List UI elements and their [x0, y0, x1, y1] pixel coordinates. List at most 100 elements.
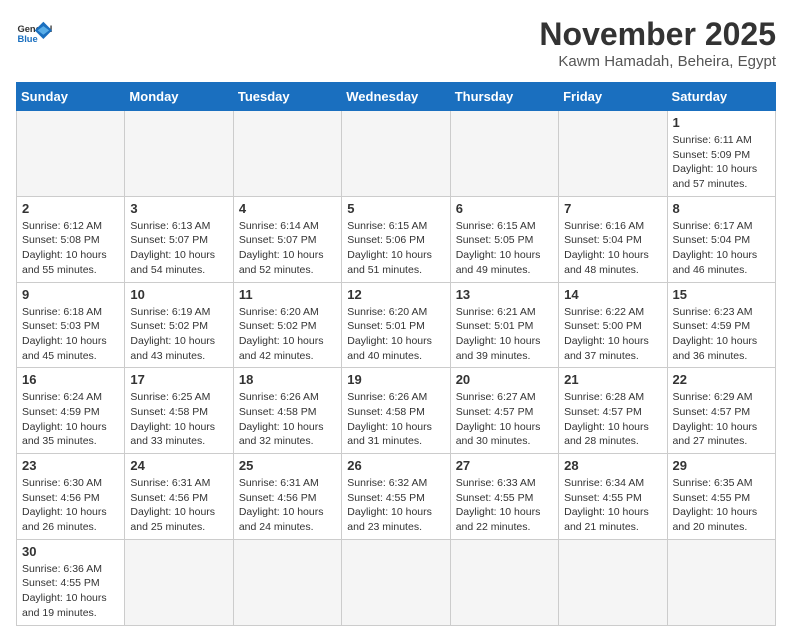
day-cell: 27 Sunrise: 6:33 AM Sunset: 4:55 PM Dayli…	[450, 454, 558, 540]
day-number: 27	[456, 458, 553, 473]
day-info: Sunrise: 6:32 AM Sunset: 4:55 PM Dayligh…	[347, 476, 444, 535]
title-area: November 2025 Kawm Hamadah, Beheira, Egy…	[539, 16, 776, 70]
day-cell: 15 Sunrise: 6:23 AM Sunset: 4:59 PM Dayli…	[667, 282, 775, 368]
day-number: 21	[564, 372, 661, 387]
day-cell: 4 Sunrise: 6:14 AM Sunset: 5:07 PM Daylig…	[233, 196, 341, 282]
day-number: 2	[22, 201, 119, 216]
day-cell: 29Sunrise: 6:35 AM Sunset: 4:55 PM Dayli…	[667, 454, 775, 540]
week-row-6: 30Sunrise: 6:36 AM Sunset: 4:55 PM Dayli…	[17, 539, 776, 625]
week-row-1: 1 Sunrise: 6:11 AM Sunset: 5:09 PM Daylig…	[17, 111, 776, 197]
week-row-2: 2 Sunrise: 6:12 AM Sunset: 5:08 PM Daylig…	[17, 196, 776, 282]
day-number: 28	[564, 458, 661, 473]
day-number: 9	[22, 287, 119, 302]
day-info: Sunrise: 6:11 AM Sunset: 5:09 PM Dayligh…	[673, 133, 770, 192]
logo: General Blue	[16, 16, 52, 52]
day-info: Sunrise: 6:25 AM Sunset: 4:58 PM Dayligh…	[130, 390, 227, 449]
day-info: Sunrise: 6:13 AM Sunset: 5:07 PM Dayligh…	[130, 219, 227, 278]
day-number: 24	[130, 458, 227, 473]
day-number: 20	[456, 372, 553, 387]
day-cell: 13 Sunrise: 6:21 AM Sunset: 5:01 PM Dayli…	[450, 282, 558, 368]
day-number: 16	[22, 372, 119, 387]
day-cell	[342, 111, 450, 197]
day-cell: 20 Sunrise: 6:27 AM Sunset: 4:57 PM Dayli…	[450, 368, 558, 454]
day-number: 23	[22, 458, 119, 473]
day-cell: 14 Sunrise: 6:22 AM Sunset: 5:00 PM Dayli…	[559, 282, 667, 368]
day-cell: 8 Sunrise: 6:17 AM Sunset: 5:04 PM Daylig…	[667, 196, 775, 282]
day-info: Sunrise: 6:15 AM Sunset: 5:06 PM Dayligh…	[347, 219, 444, 278]
day-info: Sunrise: 6:30 AM Sunset: 4:56 PM Dayligh…	[22, 476, 119, 535]
day-cell: 25Sunrise: 6:31 AM Sunset: 4:56 PM Dayli…	[233, 454, 341, 540]
day-cell: 6 Sunrise: 6:15 AM Sunset: 5:05 PM Daylig…	[450, 196, 558, 282]
day-info: Sunrise: 6:20 AM Sunset: 5:01 PM Dayligh…	[347, 305, 444, 364]
day-number: 26	[347, 458, 444, 473]
week-row-4: 16Sunrise: 6:24 AM Sunset: 4:59 PM Dayli…	[17, 368, 776, 454]
day-cell: 9Sunrise: 6:18 AM Sunset: 5:03 PM Daylig…	[17, 282, 125, 368]
day-info: Sunrise: 6:22 AM Sunset: 5:00 PM Dayligh…	[564, 305, 661, 364]
weekday-header-saturday: Saturday	[667, 83, 775, 111]
day-cell: 12 Sunrise: 6:20 AM Sunset: 5:01 PM Dayli…	[342, 282, 450, 368]
day-cell: 5Sunrise: 6:15 AM Sunset: 5:06 PM Daylig…	[342, 196, 450, 282]
day-cell: 10 Sunrise: 6:19 AM Sunset: 5:02 PM Dayli…	[125, 282, 233, 368]
day-info: Sunrise: 6:16 AM Sunset: 5:04 PM Dayligh…	[564, 219, 661, 278]
day-number: 14	[564, 287, 661, 302]
day-cell: 18Sunrise: 6:26 AM Sunset: 4:58 PM Dayli…	[233, 368, 341, 454]
day-cell: 2 Sunrise: 6:12 AM Sunset: 5:08 PM Daylig…	[17, 196, 125, 282]
day-info: Sunrise: 6:35 AM Sunset: 4:55 PM Dayligh…	[673, 476, 770, 535]
day-cell: 19Sunrise: 6:26 AM Sunset: 4:58 PM Dayli…	[342, 368, 450, 454]
location-title: Kawm Hamadah, Beheira, Egypt	[539, 53, 776, 70]
week-row-3: 9Sunrise: 6:18 AM Sunset: 5:03 PM Daylig…	[17, 282, 776, 368]
day-number: 13	[456, 287, 553, 302]
day-info: Sunrise: 6:31 AM Sunset: 4:56 PM Dayligh…	[130, 476, 227, 535]
day-cell: 30Sunrise: 6:36 AM Sunset: 4:55 PM Dayli…	[17, 539, 125, 625]
day-info: Sunrise: 6:19 AM Sunset: 5:02 PM Dayligh…	[130, 305, 227, 364]
day-number: 6	[456, 201, 553, 216]
day-number: 10	[130, 287, 227, 302]
day-info: Sunrise: 6:26 AM Sunset: 4:58 PM Dayligh…	[347, 390, 444, 449]
day-cell	[342, 539, 450, 625]
day-number: 1	[673, 115, 770, 130]
day-number: 3	[130, 201, 227, 216]
day-info: Sunrise: 6:34 AM Sunset: 4:55 PM Dayligh…	[564, 476, 661, 535]
day-number: 15	[673, 287, 770, 302]
weekday-header-tuesday: Tuesday	[233, 83, 341, 111]
day-cell	[667, 539, 775, 625]
month-title: November 2025	[539, 16, 776, 53]
day-number: 8	[673, 201, 770, 216]
day-info: Sunrise: 6:21 AM Sunset: 5:01 PM Dayligh…	[456, 305, 553, 364]
day-cell: 16Sunrise: 6:24 AM Sunset: 4:59 PM Dayli…	[17, 368, 125, 454]
day-cell	[17, 111, 125, 197]
logo-icon: General Blue	[16, 16, 52, 52]
day-cell: 21 Sunrise: 6:28 AM Sunset: 4:57 PM Dayli…	[559, 368, 667, 454]
day-cell	[125, 111, 233, 197]
weekday-header-thursday: Thursday	[450, 83, 558, 111]
day-cell: 17 Sunrise: 6:25 AM Sunset: 4:58 PM Dayli…	[125, 368, 233, 454]
day-number: 25	[239, 458, 336, 473]
day-cell: 24 Sunrise: 6:31 AM Sunset: 4:56 PM Dayli…	[125, 454, 233, 540]
day-number: 18	[239, 372, 336, 387]
day-cell	[450, 111, 558, 197]
day-cell: 23 Sunrise: 6:30 AM Sunset: 4:56 PM Dayli…	[17, 454, 125, 540]
day-info: Sunrise: 6:33 AM Sunset: 4:55 PM Dayligh…	[456, 476, 553, 535]
svg-text:Blue: Blue	[17, 34, 37, 44]
day-info: Sunrise: 6:27 AM Sunset: 4:57 PM Dayligh…	[456, 390, 553, 449]
day-number: 30	[22, 544, 119, 559]
day-cell: 28 Sunrise: 6:34 AM Sunset: 4:55 PM Dayli…	[559, 454, 667, 540]
header: General Blue November 2025 Kawm Hamadah,…	[16, 16, 776, 70]
day-info: Sunrise: 6:17 AM Sunset: 5:04 PM Dayligh…	[673, 219, 770, 278]
day-number: 17	[130, 372, 227, 387]
day-info: Sunrise: 6:12 AM Sunset: 5:08 PM Dayligh…	[22, 219, 119, 278]
day-info: Sunrise: 6:14 AM Sunset: 5:07 PM Dayligh…	[239, 219, 336, 278]
weekday-header-friday: Friday	[559, 83, 667, 111]
day-cell	[233, 539, 341, 625]
day-info: Sunrise: 6:23 AM Sunset: 4:59 PM Dayligh…	[673, 305, 770, 364]
day-info: Sunrise: 6:28 AM Sunset: 4:57 PM Dayligh…	[564, 390, 661, 449]
day-number: 22	[673, 372, 770, 387]
calendar: SundayMondayTuesdayWednesdayThursdayFrid…	[16, 82, 776, 626]
weekday-header-sunday: Sunday	[17, 83, 125, 111]
day-number: 12	[347, 287, 444, 302]
day-cell: 22Sunrise: 6:29 AM Sunset: 4:57 PM Dayli…	[667, 368, 775, 454]
day-info: Sunrise: 6:15 AM Sunset: 5:05 PM Dayligh…	[456, 219, 553, 278]
day-number: 7	[564, 201, 661, 216]
day-info: Sunrise: 6:20 AM Sunset: 5:02 PM Dayligh…	[239, 305, 336, 364]
day-number: 4	[239, 201, 336, 216]
